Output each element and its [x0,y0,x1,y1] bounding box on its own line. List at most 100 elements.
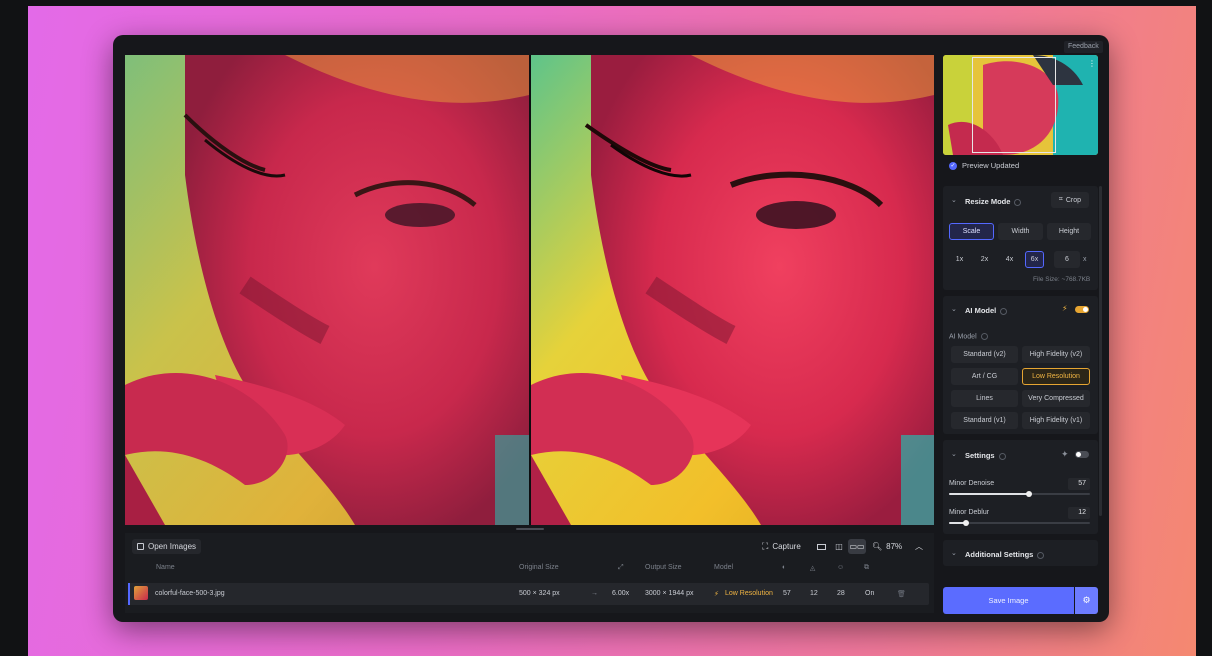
open-images-label: Open Images [148,542,197,551]
minor-deblur-value[interactable]: 12 [1068,507,1090,519]
save-image-button[interactable]: Save Image [943,587,1074,614]
row-filename: colorful-face-500-3.jpg [155,590,225,597]
minor-denoise-label: Minor Denoise [949,480,995,487]
model-high-fidelity-v2[interactable]: High Fidelity (v2) [1022,346,1090,363]
denoise-column-icon: ◐ [782,564,787,571]
row-extra-value: On [865,590,875,597]
split-view-button[interactable]: ◫ [830,539,848,554]
model-lines[interactable]: Lines [951,390,1018,407]
minor-deblur-knob[interactable] [963,520,969,526]
split-view-icon: ◫ [835,542,843,551]
enhanced-image-pane[interactable] [531,55,934,525]
enhanced-portrait-image [531,55,934,525]
model-art-cg[interactable]: Art / CG [951,368,1018,385]
check-circle-icon: ✓ [949,161,957,170]
file-size-estimate: File Size: ~768.7KB [1033,276,1091,283]
trash-icon[interactable]: 🗑︎ [897,590,906,598]
sharpen-column-icon: ◬ [810,565,816,572]
settings-toggle[interactable] [1075,451,1089,458]
single-view-button[interactable] [812,539,830,554]
capture-icon: ⛶ [762,541,769,551]
row-face-value: 28 [837,590,845,597]
image-icon [137,543,144,550]
sparkle-icon: ✦ [1061,449,1069,459]
crop-label: Crop [1065,196,1082,204]
save-options-button[interactable]: ⚙︎ [1075,587,1098,614]
info-icon [980,333,988,340]
preview-status: ✓ Preview Updated [949,161,1019,170]
export-settings-icon: ⚙︎ [1082,595,1091,605]
column-header-model: Model [714,564,734,571]
scale-icon: ⤢ [618,564,624,571]
ai-model-title-text: AI Model [965,306,997,315]
chevron-down-icon[interactable]: ⌄ [951,549,957,557]
mode-height[interactable]: Height [1047,223,1091,240]
crop-button[interactable]: ⌗ Crop [1051,192,1089,208]
ai-model-label-text: AI Model [949,333,977,341]
mode-width[interactable]: Width [998,223,1043,240]
row-sharpen-value: 12 [810,590,818,597]
model-standard-v2[interactable]: Standard (v2) [951,346,1018,363]
minor-denoise-value[interactable]: 57 [1068,478,1090,490]
info-icon [1014,198,1022,206]
open-images-button[interactable]: Open Images [132,539,202,554]
chevron-down-icon[interactable]: ⌄ [951,450,957,458]
column-header-original-size: Original Size [519,564,559,571]
info-icon [1000,307,1008,315]
row-denoise-value: 57 [783,590,791,597]
lightning-icon: ⚡ [1062,304,1068,313]
collapse-panel-button[interactable]: ︿ [915,539,923,554]
custom-scale-unit: x [1083,256,1087,263]
scale-1x[interactable]: 1x [950,251,969,268]
scale-4x[interactable]: 4x [1000,251,1019,268]
capture-button[interactable]: ⛶ Capture [762,539,801,554]
ai-model-title: AI Model [965,306,1008,315]
side-by-side-icon: ▭▭ [849,542,865,551]
model-very-compressed[interactable]: Very Compressed [1022,390,1090,407]
chevron-up-icon: ︿ [915,542,923,551]
additional-settings-title: Additional Settings [965,550,1045,559]
row-original-size: 500 × 324 px [519,590,560,597]
row-selection-indicator [128,583,130,605]
arrow-right-icon: → [591,590,598,597]
model-high-fidelity-v1[interactable]: High Fidelity (v1) [1022,412,1090,429]
row-model: Low Resolution [725,590,773,597]
side-by-side-view-button[interactable]: ▭▭ [848,539,866,554]
navigator-viewport-box[interactable] [972,57,1056,153]
preview-status-label: Preview Updated [962,161,1020,170]
original-portrait-image [125,55,529,525]
face-column-icon: ☺ [837,564,845,571]
scale-2x[interactable]: 2x [975,251,994,268]
minor-denoise-knob[interactable] [1026,491,1032,497]
sidebar-scrollbar[interactable] [1099,186,1102,516]
custom-scale-input[interactable]: 6 [1054,251,1080,268]
zoom-control[interactable]: 🔍︎ 87% [872,539,902,554]
ai-model-toggle[interactable] [1075,306,1089,313]
settings-title-text: Settings [965,451,995,460]
resize-mode-title: Resize Mode [965,197,1022,206]
lightning-icon: ⚡ [714,591,719,598]
original-image-pane[interactable] [125,55,529,525]
panel-resize-handle[interactable] [516,528,544,530]
minor-deblur-track[interactable] [949,522,1090,524]
model-standard-v1[interactable]: Standard (v1) [951,412,1018,429]
info-icon [1037,551,1045,559]
settings-title: Settings [965,451,1006,460]
zoom-value: 87% [886,542,903,551]
row-thumbnail [134,586,148,600]
crop-icon: ⌗ [1058,196,1063,203]
scale-6x[interactable]: 6x [1025,251,1044,268]
minor-denoise-fill [949,493,1029,495]
extra-column-icon: ⧉ [864,564,869,571]
column-header-output-size: Output Size [645,564,682,571]
resize-mode-title-text: Resize Mode [965,197,1011,206]
mode-scale[interactable]: Scale [949,223,994,240]
zoom-icon: 🔍︎ [872,542,883,551]
model-low-resolution[interactable]: Low Resolution [1022,368,1090,385]
more-options-icon[interactable]: ⋮ [1088,59,1096,68]
chevron-down-icon[interactable]: ⌄ [951,196,957,204]
feedback-button[interactable]: Feedback [1064,41,1103,53]
single-view-icon [816,543,826,550]
minor-deblur-label: Minor Deblur [949,509,990,516]
chevron-down-icon[interactable]: ⌄ [951,305,957,313]
